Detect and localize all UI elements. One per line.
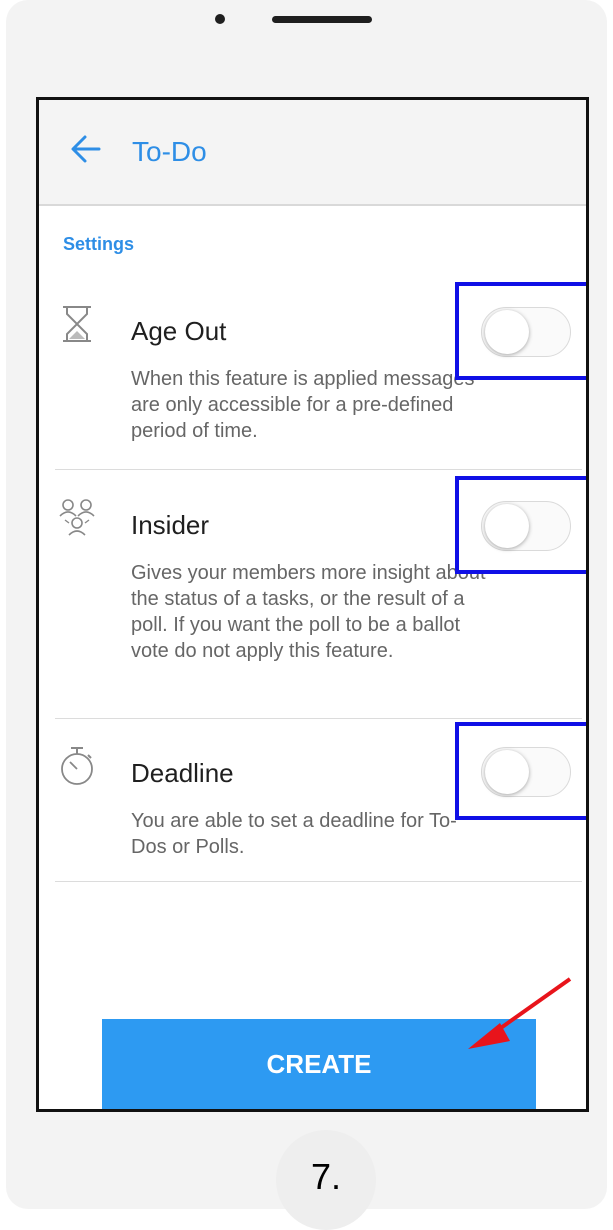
red-pointer-arrow-icon <box>468 977 572 1049</box>
members-icon <box>59 499 95 536</box>
stopwatch-icon <box>61 747 93 785</box>
setting-description: When this feature is applied messages ar… <box>131 368 475 442</box>
phone-frame: To-Do Settings Age Out When this feature… <box>6 0 607 1230</box>
divider <box>55 881 582 882</box>
settings-section-title: Settings <box>63 234 135 254</box>
toggle-highlight-box <box>455 722 586 820</box>
toggle-highlight-box <box>455 282 586 380</box>
setting-title: Deadline <box>131 758 234 788</box>
age-out-toggle[interactable] <box>481 307 571 357</box>
divider <box>55 469 582 470</box>
deadline-toggle[interactable] <box>481 747 571 797</box>
hourglass-icon <box>63 306 91 342</box>
toggle-knob <box>485 504 529 548</box>
setting-description: Gives your members more insight about th… <box>131 562 486 662</box>
toggle-knob <box>485 750 529 794</box>
camera-dot <box>215 14 225 24</box>
app-screen: To-Do Settings Age Out When this feature… <box>36 97 589 1112</box>
toggle-highlight-box <box>455 476 586 574</box>
step-label: 7. <box>310 1156 342 1197</box>
divider <box>55 718 582 719</box>
page-title: To-Do <box>132 136 207 167</box>
setting-title: Age Out <box>131 316 227 346</box>
speaker-slot <box>272 16 372 23</box>
app-bar: To-Do <box>39 100 586 206</box>
setting-description: You are able to set a deadline for To-Do… <box>131 810 457 858</box>
insider-toggle[interactable] <box>481 501 571 551</box>
setting-title: Insider <box>131 510 210 540</box>
toggle-knob <box>485 310 529 354</box>
back-arrow-icon[interactable] <box>69 132 103 166</box>
